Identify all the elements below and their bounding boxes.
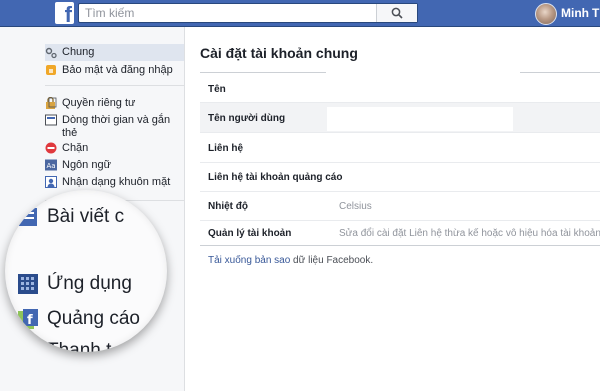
magnified-sidebar-lens: Bài viết c Ứng dụng f Quảng cáo Thanh t	[5, 190, 167, 352]
row-label: Nhiệt độ	[208, 201, 248, 212]
avatar[interactable]	[535, 3, 557, 25]
sidebar-item-label: Ngôn ngữ	[62, 159, 111, 171]
sidebar-item-label: Chung	[62, 46, 95, 58]
row-value: Sửa đổi cài đặt Liên hệ thừa kế hoặc vô …	[339, 228, 600, 239]
gear-icon	[45, 47, 57, 58]
settings-row-account-management[interactable]: Quản lý tài khoản Sửa đổi cài đặt Liên h…	[200, 221, 600, 246]
language-icon: Aa	[45, 159, 57, 171]
search-button[interactable]	[376, 4, 417, 22]
face-icon	[45, 176, 57, 188]
row-value: Celsius	[339, 201, 372, 212]
magnified-item-apps[interactable]: Ứng dụng	[47, 273, 132, 295]
payments-icon	[19, 342, 37, 352]
sidebar-item-privacy[interactable]: Quyền riêng tư	[45, 97, 184, 110]
search-input[interactable]	[79, 4, 391, 22]
sidebar-item-label: Nhận dạng khuôn mặt	[62, 176, 171, 188]
posts-icon	[19, 208, 37, 226]
row-label: Quản lý tài khoản	[208, 228, 292, 239]
sidebar-item-security[interactable]: Bảo mật và đăng nhập	[45, 64, 184, 77]
sidebar-item-face-recognition[interactable]: Nhận dạng khuôn mặt	[45, 176, 184, 189]
settings-row-contact[interactable]: Liên hệ	[200, 133, 600, 163]
shield-icon	[46, 65, 56, 75]
magnified-item-payments[interactable]: Thanh t	[47, 340, 111, 352]
sidebar-item-general[interactable]: Chung	[45, 44, 184, 61]
settings-row-ad-contact[interactable]: Liên hệ tài khoản quảng cáo	[200, 163, 600, 192]
block-icon	[45, 142, 57, 154]
sidebar-item-label: Quyền riêng tư	[62, 97, 136, 109]
redacted-username-value	[327, 107, 513, 131]
svg-text:f: f	[27, 313, 33, 328]
sidebar-item-timeline[interactable]: Dòng thời gian và gắn thẻ	[45, 114, 184, 140]
sidebar-item-label: Dòng thời gian và gắn thẻ	[62, 114, 171, 139]
search-icon	[391, 7, 403, 19]
home-link-cut[interactable]: T	[592, 6, 599, 20]
timeline-icon	[45, 114, 57, 126]
top-navigation-bar: f Minh T	[0, 0, 600, 27]
download-rest-text: dữ liệu Facebook.	[290, 255, 374, 266]
row-label: Liên hệ	[208, 143, 244, 154]
settings-row-name[interactable]: Tên	[200, 73, 600, 103]
main-settings-panel: Cài đặt tài khoản chung Tên Tên người dù…	[185, 27, 600, 391]
row-label: Tên	[208, 84, 226, 95]
divider	[45, 85, 184, 86]
sidebar-item-label: Bảo mật và đăng nhập	[62, 64, 173, 76]
page-title: Cài đặt tài khoản chung	[200, 45, 358, 61]
profile-name-link[interactable]: Minh	[561, 6, 589, 20]
download-data-text: Tải xuống bản sao dữ liệu Facebook.	[208, 255, 373, 266]
apps-icon	[18, 274, 38, 294]
row-label: Tên người dùng	[208, 113, 286, 124]
sidebar-item-block[interactable]: Chặn	[45, 142, 184, 155]
sidebar-item-label: Chặn	[62, 142, 89, 154]
download-copy-link[interactable]: Tải xuống bản sao	[208, 255, 290, 266]
ads-icon: f	[18, 309, 38, 329]
svg-text:Aa: Aa	[47, 162, 56, 170]
lock-icon	[46, 97, 57, 109]
search-box	[78, 3, 418, 23]
magnified-item-ads[interactable]: Quảng cáo	[47, 308, 140, 330]
facebook-logo[interactable]: f	[55, 2, 74, 27]
logo-letter: f	[64, 2, 72, 27]
row-label: Liên hệ tài khoản quảng cáo	[208, 172, 343, 183]
settings-row-temperature[interactable]: Nhiệt độ Celsius	[200, 192, 600, 221]
magnified-item-posts[interactable]: Bài viết c	[47, 206, 124, 228]
sidebar-item-language[interactable]: Aa Ngôn ngữ	[45, 159, 184, 172]
